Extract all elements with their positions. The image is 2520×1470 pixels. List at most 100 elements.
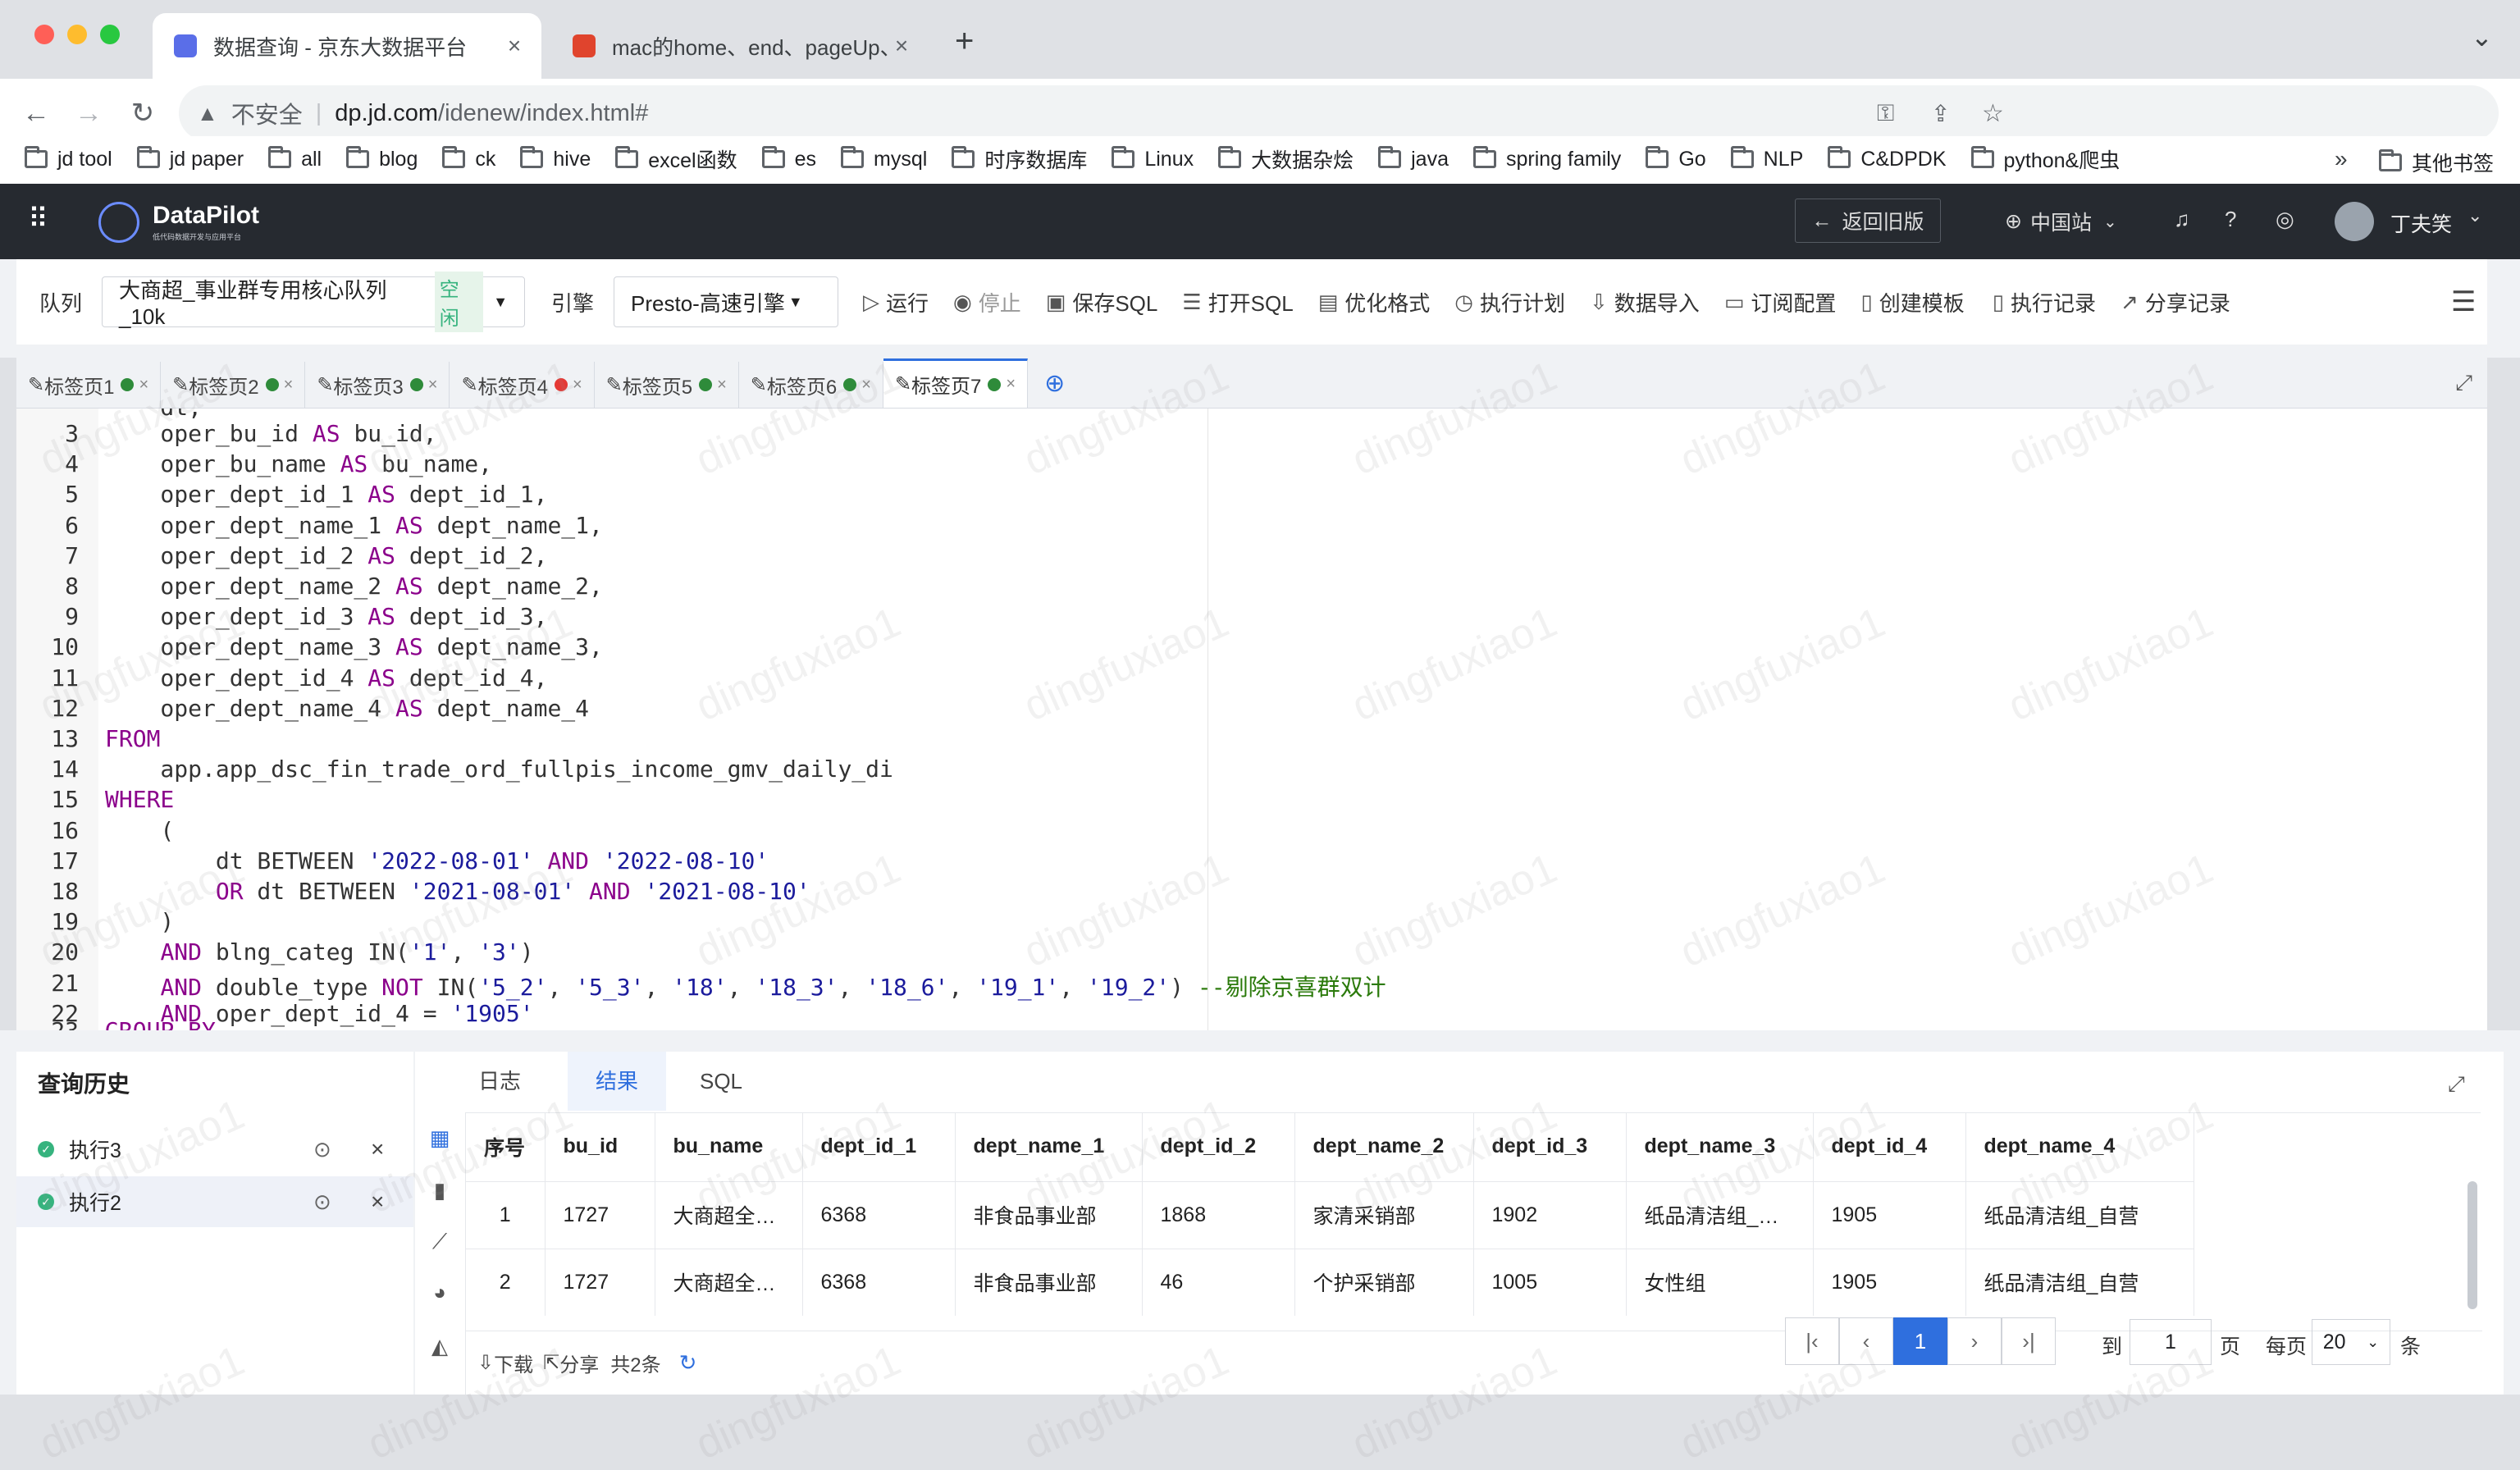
first-page-button[interactable]: |‹ [1785,1317,1839,1365]
editor-tab[interactable]: ✎ 标签页5 × [595,362,739,408]
zoom-window-button[interactable] [100,25,120,44]
bookmark-folder[interactable]: spring family [1472,146,1621,171]
add-tab-icon[interactable]: ⊕ [1044,369,1065,398]
close-icon[interactable]: × [371,1189,384,1215]
column-header[interactable]: dept_name_4 [1965,1112,2194,1181]
browser-tab-inactive[interactable]: mac的home、end、pageUp、pageDown × [551,13,929,79]
feedback-icon[interactable]: ◎ [2276,207,2294,232]
bookmarks-overflow-icon[interactable]: » [2335,146,2348,172]
bookmark-folder[interactable]: 时序数据库 [952,144,1087,174]
browser-tab-active[interactable]: 数据查询 - 京东大数据平台 × [153,13,541,79]
bookmark-folder[interactable]: Go [1646,146,1706,171]
per-page-select[interactable]: 20 ⌄ [2312,1319,2390,1365]
share-icon[interactable]: ⇱ [543,1351,559,1375]
help-icon[interactable]: ? [2225,207,2236,232]
last-page-button[interactable]: ›| [2002,1317,2056,1365]
table-scrollbar[interactable] [2468,1181,2477,1309]
tab-close-icon[interactable]: × [139,376,148,395]
bookmark-folder[interactable]: C&DPDK [1828,146,1947,171]
play-circle-icon[interactable]: ⊙ [313,1189,331,1215]
column-header[interactable]: bu_id [545,1112,655,1181]
back-icon[interactable]: ← [18,95,54,131]
format-button[interactable]: ▤ 优化格式 [1318,287,1431,317]
download-button[interactable]: 下载 [494,1349,533,1377]
editor-tab[interactable]: ✎ 标签页6 × [739,362,883,408]
table-row[interactable]: 1 1727 大商超全… 6368 非食品事业部 1868 家清采销部 1902 纸品清洁组_…… [466,1180,2194,1249]
column-header[interactable]: dept_id_2 [1142,1112,1295,1181]
history-item[interactable]: ✓ 执行3 ⊙ × [16,1124,413,1175]
bookmark-folder[interactable]: mysql [841,146,927,171]
column-header[interactable]: dept_id_3 [1473,1112,1627,1181]
area-chart-icon[interactable]: ◭ [425,1334,454,1363]
other-bookmarks[interactable]: 其他书签 [2379,148,2494,177]
expand-results-icon[interactable]: ⤢ [2448,1071,2465,1098]
table-row[interactable]: 2 1727 大商超全… 6368 非食品事业部 46 个护采销部 1005 女性组 1905 纸品… [466,1248,2194,1316]
column-header[interactable]: dept_name_2 [1294,1112,1474,1181]
fullscreen-icon[interactable]: ⤢ [2455,370,2487,396]
engine-select[interactable]: Presto-高速引擎 ▼ [614,276,839,327]
editor-tab[interactable]: ✎ 标签页4 × [450,362,595,408]
open-sql-button[interactable]: ☰ 打开SQL [1182,287,1293,317]
tab-close-icon[interactable]: × [889,33,914,59]
bookmark-folder[interactable]: 大数据杂烩 [1218,144,1354,174]
download-icon[interactable]: ⇩ [477,1351,494,1375]
play-circle-icon[interactable]: ⊙ [313,1137,331,1162]
minimize-window-button[interactable] [67,25,87,44]
stop-button[interactable]: ◉ 停止 [953,287,1021,317]
column-header[interactable]: dept_name_1 [955,1112,1143,1181]
goto-page-input[interactable]: 1 [2130,1319,2212,1365]
app-launcher-icon[interactable]: ⠿ [28,205,48,233]
bookmark-folder[interactable]: Linux [1112,146,1194,171]
tab-close-icon[interactable]: × [1006,375,1016,394]
tab-close-icon[interactable]: × [861,376,871,395]
close-window-button[interactable] [34,25,54,44]
tab-close-icon[interactable]: × [573,376,582,395]
back-old-version-button[interactable]: ← 返回旧版 [1795,199,1941,243]
bookmark-folder[interactable]: java [1378,146,1449,171]
key-icon[interactable]: ⚿ [1877,100,1894,127]
bookmark-folder[interactable]: es [761,146,816,171]
refresh-icon[interactable]: ↻ [679,1350,697,1376]
close-icon[interactable]: × [371,1136,384,1162]
column-header[interactable]: 序号 [466,1112,546,1181]
prev-page-button[interactable]: ‹ [1839,1317,1893,1365]
bookmark-star-icon[interactable]: ☆ [1982,99,2004,128]
subscribe-button[interactable]: ▭ 订阅配置 [1724,287,1837,317]
create-template-button[interactable]: ▯ 创建模板 [1860,287,1964,317]
editor-tab[interactable]: ✎ 标签页2 × [161,362,306,408]
table-view-icon[interactable]: ▦ [425,1125,454,1155]
bookmark-folder[interactable]: excel函数 [615,144,737,174]
result-tab[interactable]: SQL [676,1052,766,1111]
next-page-button[interactable]: › [1947,1317,2002,1365]
reload-icon[interactable]: ↻ [125,95,161,131]
share-icon[interactable]: ⇪ [1931,100,1950,127]
exec-plan-button[interactable]: ◷ 执行计划 [1454,287,1565,317]
bookmark-folder[interactable]: python&爬虫 [1970,144,2120,174]
share-record-button[interactable]: ↗ 分享记录 [2121,287,2230,317]
column-header[interactable]: bu_name [655,1112,803,1181]
menu-icon[interactable]: ☰ [2451,285,2476,318]
user-name[interactable]: 丁夫笑 [2390,208,2452,238]
bookmark-folder[interactable]: hive [520,146,591,171]
run-button[interactable]: ▷ 运行 [863,287,929,317]
sql-editor[interactable]: dt, 3 oper_bu_id AS bu_id, 4 oper_bu_name… [16,409,2487,1030]
column-header[interactable]: dept_id_1 [802,1112,956,1181]
chevron-down-icon[interactable]: ⌄ [2468,205,2482,226]
bookmark-folder[interactable]: ck [442,146,495,171]
history-item[interactable]: ✓ 执行2 ⊙ × [16,1176,413,1227]
bookmark-folder[interactable]: jd paper [136,146,244,171]
bookmark-folder[interactable]: blog [346,146,418,171]
share-button[interactable]: 分享 [559,1349,599,1377]
exec-record-button[interactable]: ▯ 执行记录 [1993,287,2096,317]
region-selector[interactable]: ⊕ 中国站 ⌄ [2005,207,2117,236]
notification-bell-icon[interactable]: ♫ [2174,207,2190,232]
editor-tab[interactable]: ✎ 标签页1 × [16,362,162,408]
queue-select[interactable]: 大商超_事业群专用核心队列_10k 空闲 ▼ [102,272,526,332]
current-page[interactable]: 1 [1893,1317,1947,1365]
bookmark-folder[interactable]: NLP [1730,146,1803,171]
user-avatar[interactable] [2335,202,2374,241]
column-header[interactable]: dept_id_4 [1813,1112,1966,1181]
save-sql-button[interactable]: ▣ 保存SQL [1046,287,1158,317]
line-chart-icon[interactable]: ⟋ [425,1229,454,1258]
editor-tab[interactable]: ✎ 标签页7 × [883,358,1029,408]
